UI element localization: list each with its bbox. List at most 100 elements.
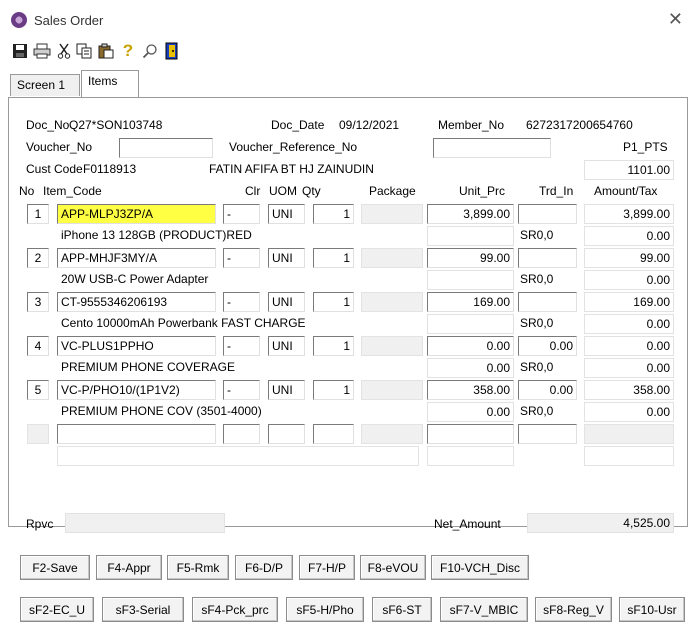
row-3-tax-code: SR0,0 bbox=[520, 316, 554, 330]
sf7-v-mbic-button[interactable]: sF7-V_MBIC bbox=[440, 597, 528, 622]
row-2-item-code[interactable]: APP-MHJF3MY/A bbox=[57, 248, 216, 268]
doc-date-value: 09/12/2021 bbox=[339, 118, 400, 132]
row-2-amount: 99.00 bbox=[584, 248, 674, 268]
close-icon[interactable]: ✕ bbox=[668, 9, 683, 30]
col-trd-in: Trd_In bbox=[539, 184, 574, 198]
f7-hp-button[interactable]: F7-H/P bbox=[299, 555, 355, 580]
row-2-package bbox=[361, 248, 423, 268]
row-new-no bbox=[27, 424, 49, 444]
sf4-pck-prc-button[interactable]: sF4-Pck_prc bbox=[192, 597, 278, 622]
sf8-reg-v-button[interactable]: sF8-Reg_V bbox=[535, 597, 612, 622]
row-5-tax: 0.00 bbox=[584, 402, 674, 422]
exit-icon[interactable] bbox=[162, 40, 182, 62]
copy-icon[interactable] bbox=[74, 40, 94, 62]
row-5-tax-code: SR0,0 bbox=[520, 404, 554, 418]
row-2-clr[interactable]: - bbox=[223, 248, 260, 268]
print-icon[interactable] bbox=[32, 40, 52, 62]
col-amount-tax: Amount/Tax bbox=[594, 184, 658, 198]
row-4-qty[interactable]: 1 bbox=[313, 336, 354, 356]
voucher-ref-label: Voucher_Reference_No bbox=[229, 140, 358, 154]
voucher-no-input[interactable] bbox=[119, 138, 213, 158]
title-bar: Sales Order ✕ bbox=[0, 0, 697, 40]
function-buttons: F2-Save F4-Appr F5-Rmk F6-D/P F7-H/P F8-… bbox=[8, 548, 688, 628]
row-2-unit-prc[interactable]: 99.00 bbox=[427, 248, 514, 268]
tab-items[interactable]: Items bbox=[81, 70, 139, 97]
row-5-item-code[interactable]: VC-P/PHO10/(1P1V2) bbox=[57, 380, 216, 400]
cust-code-label: Cust Code bbox=[26, 162, 83, 176]
rpvc-label: Rpvc bbox=[26, 517, 54, 531]
row-4-tax-code: SR0,0 bbox=[520, 360, 554, 374]
row-1-clr[interactable]: - bbox=[223, 204, 260, 224]
row-2-no: 2 bbox=[27, 248, 49, 268]
sf5-hpho-button[interactable]: sF5-H/Pho bbox=[286, 597, 364, 622]
row-4-package bbox=[361, 336, 423, 356]
row-2-desc: 20W USB-C Power Adapter bbox=[61, 272, 209, 286]
row-new-item-code[interactable] bbox=[57, 424, 216, 444]
row-new-uom[interactable] bbox=[268, 424, 305, 444]
row-new-package bbox=[361, 424, 423, 444]
row-2-uom[interactable]: UNI bbox=[268, 248, 305, 268]
paste-icon[interactable] bbox=[96, 40, 116, 62]
f6-dp-button[interactable]: F6-D/P bbox=[235, 555, 293, 580]
row-1-tax-code: SR0,0 bbox=[520, 228, 554, 242]
sf10-usr-button[interactable]: sF10-Usr bbox=[619, 597, 685, 622]
cust-name-value: FATIN AFIFA BT HJ ZAINUDIN bbox=[209, 162, 374, 176]
sf2-ec-u-button[interactable]: sF2-EC_U bbox=[20, 597, 94, 622]
row-new-unit-prc[interactable] bbox=[427, 424, 514, 444]
row-5-desc: PREMIUM PHONE COV (3501-4000) bbox=[61, 404, 262, 418]
points-value: 1101.00 bbox=[584, 160, 674, 180]
help-icon[interactable]: ? bbox=[118, 40, 138, 62]
voucher-ref-input[interactable] bbox=[433, 138, 551, 158]
row-3-trd-in[interactable] bbox=[518, 292, 577, 312]
row-3-uom[interactable]: UNI bbox=[268, 292, 305, 312]
net-amount-value: 4,525.00 bbox=[527, 513, 674, 533]
row-3-item-code[interactable]: CT-9555346206193 bbox=[57, 292, 216, 312]
row-1-trd-in[interactable] bbox=[518, 204, 577, 224]
f4-appr-button[interactable]: F4-Appr bbox=[96, 555, 162, 580]
row-5-uom[interactable]: UNI bbox=[268, 380, 305, 400]
save-icon[interactable] bbox=[10, 40, 30, 62]
row-3-qty[interactable]: 1 bbox=[313, 292, 354, 312]
row-new-clr[interactable] bbox=[223, 424, 260, 444]
row-5-qty[interactable]: 1 bbox=[313, 380, 354, 400]
row-5-clr[interactable]: - bbox=[223, 380, 260, 400]
sf6-st-button[interactable]: sF6-ST bbox=[372, 597, 432, 622]
row-1-uom[interactable]: UNI bbox=[268, 204, 305, 224]
row-new-qty[interactable] bbox=[313, 424, 354, 444]
row-5-trd-in[interactable]: 0.00 bbox=[518, 380, 577, 400]
col-package: Package bbox=[369, 184, 416, 198]
row-5-unit-prc[interactable]: 358.00 bbox=[427, 380, 514, 400]
row-4-unit-prc[interactable]: 0.00 bbox=[427, 336, 514, 356]
voucher-no-label: Voucher_No bbox=[26, 140, 93, 154]
search-icon[interactable] bbox=[140, 40, 160, 62]
row-4-clr[interactable]: - bbox=[223, 336, 260, 356]
cut-icon[interactable] bbox=[54, 40, 74, 62]
row-4-trd-in[interactable]: 0.00 bbox=[518, 336, 577, 356]
row-1-item-code[interactable]: APP-MLPJ3ZP/A bbox=[57, 204, 216, 224]
row-4-uom[interactable]: UNI bbox=[268, 336, 305, 356]
doc-no-label: Doc_No bbox=[26, 118, 70, 132]
row-1-unit-prc[interactable]: 3,899.00 bbox=[427, 204, 514, 224]
row-3-desc: Cento 10000mAh Powerbank FAST CHARGE bbox=[61, 316, 306, 330]
row-new-tax bbox=[584, 446, 674, 466]
f10-vch-disc-button[interactable]: F10-VCH_Disc bbox=[431, 555, 529, 580]
window-title: Sales Order bbox=[34, 13, 104, 28]
sf3-serial-button[interactable]: sF3-Serial bbox=[102, 597, 184, 622]
tab-screen1[interactable]: Screen 1 bbox=[10, 74, 80, 96]
row-new-trd-in[interactable] bbox=[518, 424, 577, 444]
row-new-amount bbox=[584, 424, 674, 444]
row-3-desc-prc bbox=[427, 314, 514, 334]
row-3-tax: 0.00 bbox=[584, 314, 674, 334]
row-2-desc-prc bbox=[427, 270, 514, 290]
row-3-clr[interactable]: - bbox=[223, 292, 260, 312]
row-2-trd-in[interactable] bbox=[518, 248, 577, 268]
row-3-unit-prc[interactable]: 169.00 bbox=[427, 292, 514, 312]
f8-evou-button[interactable]: F8-eVOU bbox=[360, 555, 426, 580]
row-1-qty[interactable]: 1 bbox=[313, 204, 354, 224]
f5-rmk-button[interactable]: F5-Rmk bbox=[167, 555, 229, 580]
row-1-desc: iPhone 13 128GB (PRODUCT)RED bbox=[61, 228, 252, 242]
f2-save-button[interactable]: F2-Save bbox=[20, 555, 90, 580]
row-2-qty[interactable]: 1 bbox=[313, 248, 354, 268]
rpvc-field bbox=[65, 513, 225, 533]
row-4-item-code[interactable]: VC-PLUS1PPHO bbox=[57, 336, 216, 356]
